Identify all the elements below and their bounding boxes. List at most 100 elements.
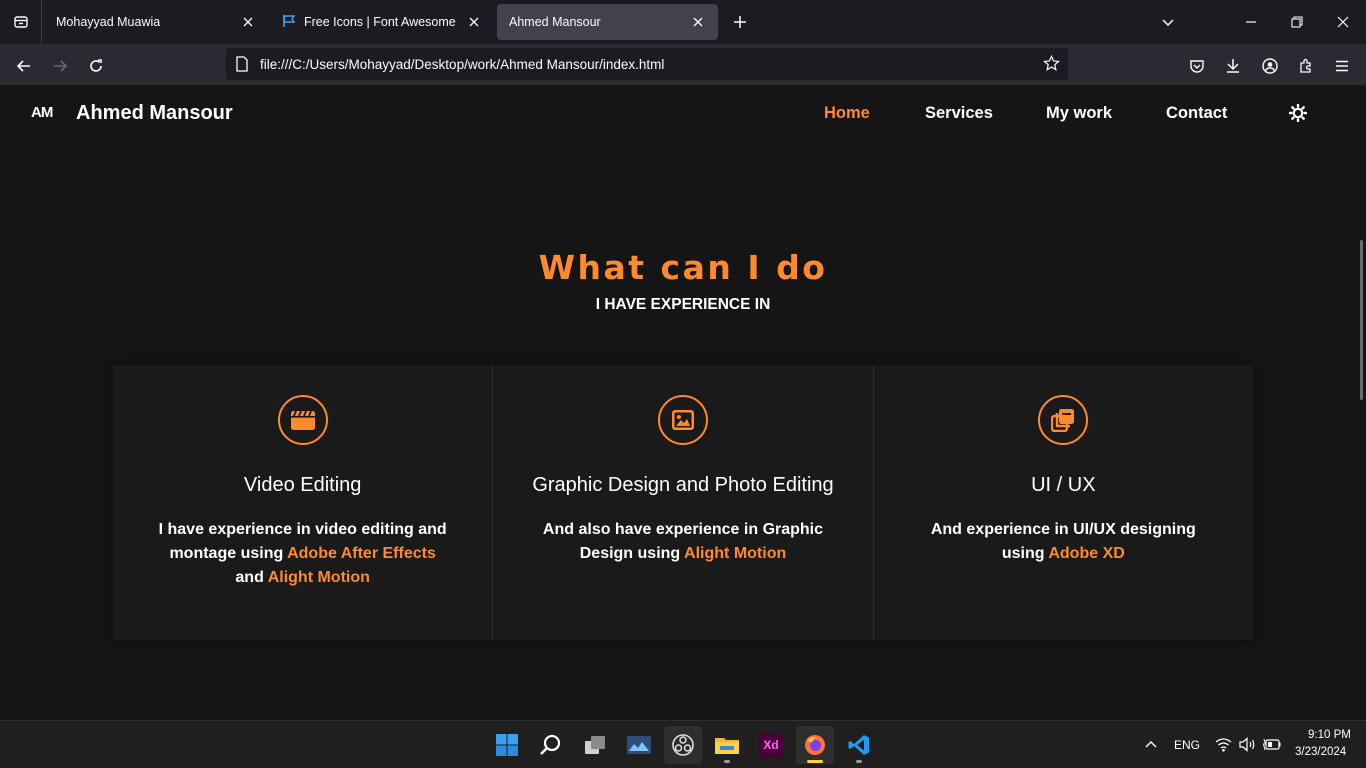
- minimize-icon: [1246, 21, 1256, 23]
- taskbar-task-view-button[interactable]: [576, 726, 614, 764]
- windows-start-icon: [496, 734, 518, 756]
- section-subtitle: I HAVE EXPERIENCE IN: [595, 296, 771, 313]
- card-icon-circle: [1038, 395, 1089, 445]
- browser-tab-bar: Mohayyad Muawia Free Icons | Font Awesom…: [0, 0, 1366, 44]
- restore-icon: [1291, 16, 1303, 28]
- clapperboard-icon: [290, 410, 315, 430]
- restore-button[interactable]: [1274, 0, 1320, 44]
- account-button[interactable]: [1256, 52, 1284, 80]
- account-icon: [1262, 58, 1278, 74]
- input-language[interactable]: ENG: [1174, 738, 1200, 752]
- page-icon: [236, 56, 248, 72]
- nav-home[interactable]: Home: [824, 104, 870, 123]
- highlight-adobe-xd: Adobe XD: [1048, 545, 1125, 562]
- menu-button[interactable]: [1328, 52, 1356, 80]
- tab-close-icon[interactable]: [466, 14, 482, 30]
- site-logo[interactable]: AM: [31, 104, 53, 121]
- card-title: Video Editing: [243, 474, 362, 496]
- section-title: What can I do: [538, 248, 828, 287]
- taskbar-adobe-xd[interactable]: Xd: [752, 726, 790, 764]
- service-card-video-editing: Video Editing I have experience in video…: [113, 365, 492, 640]
- search-icon: [540, 734, 561, 755]
- tab-title: Mohayyad Muawia: [56, 15, 161, 29]
- chevron-down-icon: [1162, 19, 1174, 27]
- clock-date[interactable]: 3/23/2024: [1295, 746, 1346, 758]
- battery-charging-icon[interactable]: [1263, 737, 1281, 752]
- image-icon: [671, 410, 694, 430]
- taskbar-firefox[interactable]: [796, 726, 834, 764]
- taskbar-obs-app[interactable]: [664, 726, 702, 764]
- firefox-icon: [805, 735, 825, 755]
- bookmark-star-icon[interactable]: [1043, 55, 1060, 72]
- card-description: I have experience in video editing and m…: [158, 518, 448, 590]
- close-window-button[interactable]: [1320, 0, 1366, 44]
- volume-icon[interactable]: [1239, 737, 1256, 752]
- running-indicator: [724, 760, 730, 763]
- nav-contact[interactable]: Contact: [1166, 104, 1227, 123]
- tab-close-icon[interactable]: [240, 14, 256, 30]
- card-icon-circle: [657, 395, 708, 445]
- theme-toggle-sun-icon[interactable]: [1289, 104, 1307, 122]
- plus-icon: [734, 16, 746, 28]
- tab-close-icon[interactable]: [690, 14, 706, 30]
- tab-title: Free Icons | Font Awesome: [304, 15, 456, 29]
- reload-icon: [90, 59, 102, 72]
- url-bar[interactable]: file:///C:/Users/Mohayyad/Desktop/work/A…: [226, 48, 1068, 80]
- taskbar-file-explorer[interactable]: [708, 726, 746, 764]
- highlight-alight-motion: Alight Motion: [267, 569, 370, 586]
- url-text: file:///C:/Users/Mohayyad/Desktop/work/A…: [260, 57, 665, 72]
- hamburger-icon: [1336, 60, 1348, 72]
- arrow-left-icon: [16, 60, 30, 72]
- clone-icon: [1051, 409, 1075, 432]
- tab-list-icon: [13, 16, 28, 28]
- forward-button[interactable]: [46, 52, 74, 80]
- new-tab-button[interactable]: [728, 10, 752, 34]
- folder-icon: [715, 738, 739, 754]
- highlight-after-effects: Adobe After Effects: [287, 545, 436, 562]
- close-icon: [1337, 16, 1349, 28]
- windows-taskbar: Xd ENG 9:10 PM 3/23/2024: [0, 720, 1366, 768]
- clock-time[interactable]: 9:10 PM: [1308, 729, 1351, 741]
- nav-services[interactable]: Services: [925, 104, 993, 123]
- download-icon: [1227, 59, 1239, 73]
- extensions-button[interactable]: [1292, 52, 1320, 80]
- running-indicator: [856, 760, 862, 763]
- tab-ahmed-mansour[interactable]: Ahmed Mansour: [497, 4, 718, 40]
- wifi-icon[interactable]: [1215, 737, 1232, 752]
- web-page: AM Ahmed Mansour Home Services My work C…: [0, 85, 1366, 720]
- font-awesome-flag-icon: [282, 14, 296, 31]
- puzzle-icon: [1300, 58, 1311, 73]
- nav-my-work[interactable]: My work: [1046, 104, 1112, 123]
- pocket-button[interactable]: [1183, 52, 1211, 80]
- service-card-graphic-design: Graphic Design and Photo Editing And als…: [492, 365, 872, 640]
- site-header: AM Ahmed Mansour Home Services My work C…: [0, 85, 1366, 141]
- list-all-tabs-button[interactable]: [1145, 0, 1191, 44]
- tab-font-awesome[interactable]: Free Icons | Font Awesome: [270, 4, 494, 40]
- card-description: And experience in UI/UX designing using …: [918, 518, 1208, 566]
- back-button[interactable]: [10, 52, 38, 80]
- taskbar-photos-app[interactable]: [620, 726, 658, 764]
- reload-button[interactable]: [82, 52, 110, 80]
- service-card-ui-ux: UI / UX And experience in UI/UX designin…: [872, 365, 1253, 640]
- taskbar-start-button[interactable]: [488, 726, 526, 764]
- obs-icon: [672, 734, 694, 756]
- site-brand-name[interactable]: Ahmed Mansour: [76, 102, 233, 125]
- minimize-button[interactable]: [1228, 0, 1274, 44]
- tab-list-button[interactable]: [0, 0, 42, 44]
- active-indicator: [807, 760, 823, 763]
- card-description: And also have experience in Graphic Desi…: [538, 518, 828, 566]
- tab-mohayyad[interactable]: Mohayyad Muawia: [44, 4, 268, 40]
- taskbar-vscode[interactable]: [840, 726, 878, 764]
- task-view-icon: [585, 736, 605, 754]
- taskbar-search-button[interactable]: [532, 726, 570, 764]
- adobe-xd-icon: Xd: [759, 733, 783, 757]
- page-scrollbar[interactable]: [1360, 240, 1363, 400]
- browser-toolbar: file:///C:/Users/Mohayyad/Desktop/work/A…: [0, 44, 1366, 85]
- card-icon-circle: [277, 395, 328, 445]
- downloads-button[interactable]: [1219, 52, 1247, 80]
- photos-icon: [627, 736, 651, 754]
- services-cards: Video Editing I have experience in video…: [113, 365, 1253, 640]
- arrow-right-icon: [54, 60, 68, 72]
- card-title: UI / UX: [1031, 474, 1096, 496]
- show-hidden-icons-chevron-up-icon[interactable]: [1144, 738, 1158, 752]
